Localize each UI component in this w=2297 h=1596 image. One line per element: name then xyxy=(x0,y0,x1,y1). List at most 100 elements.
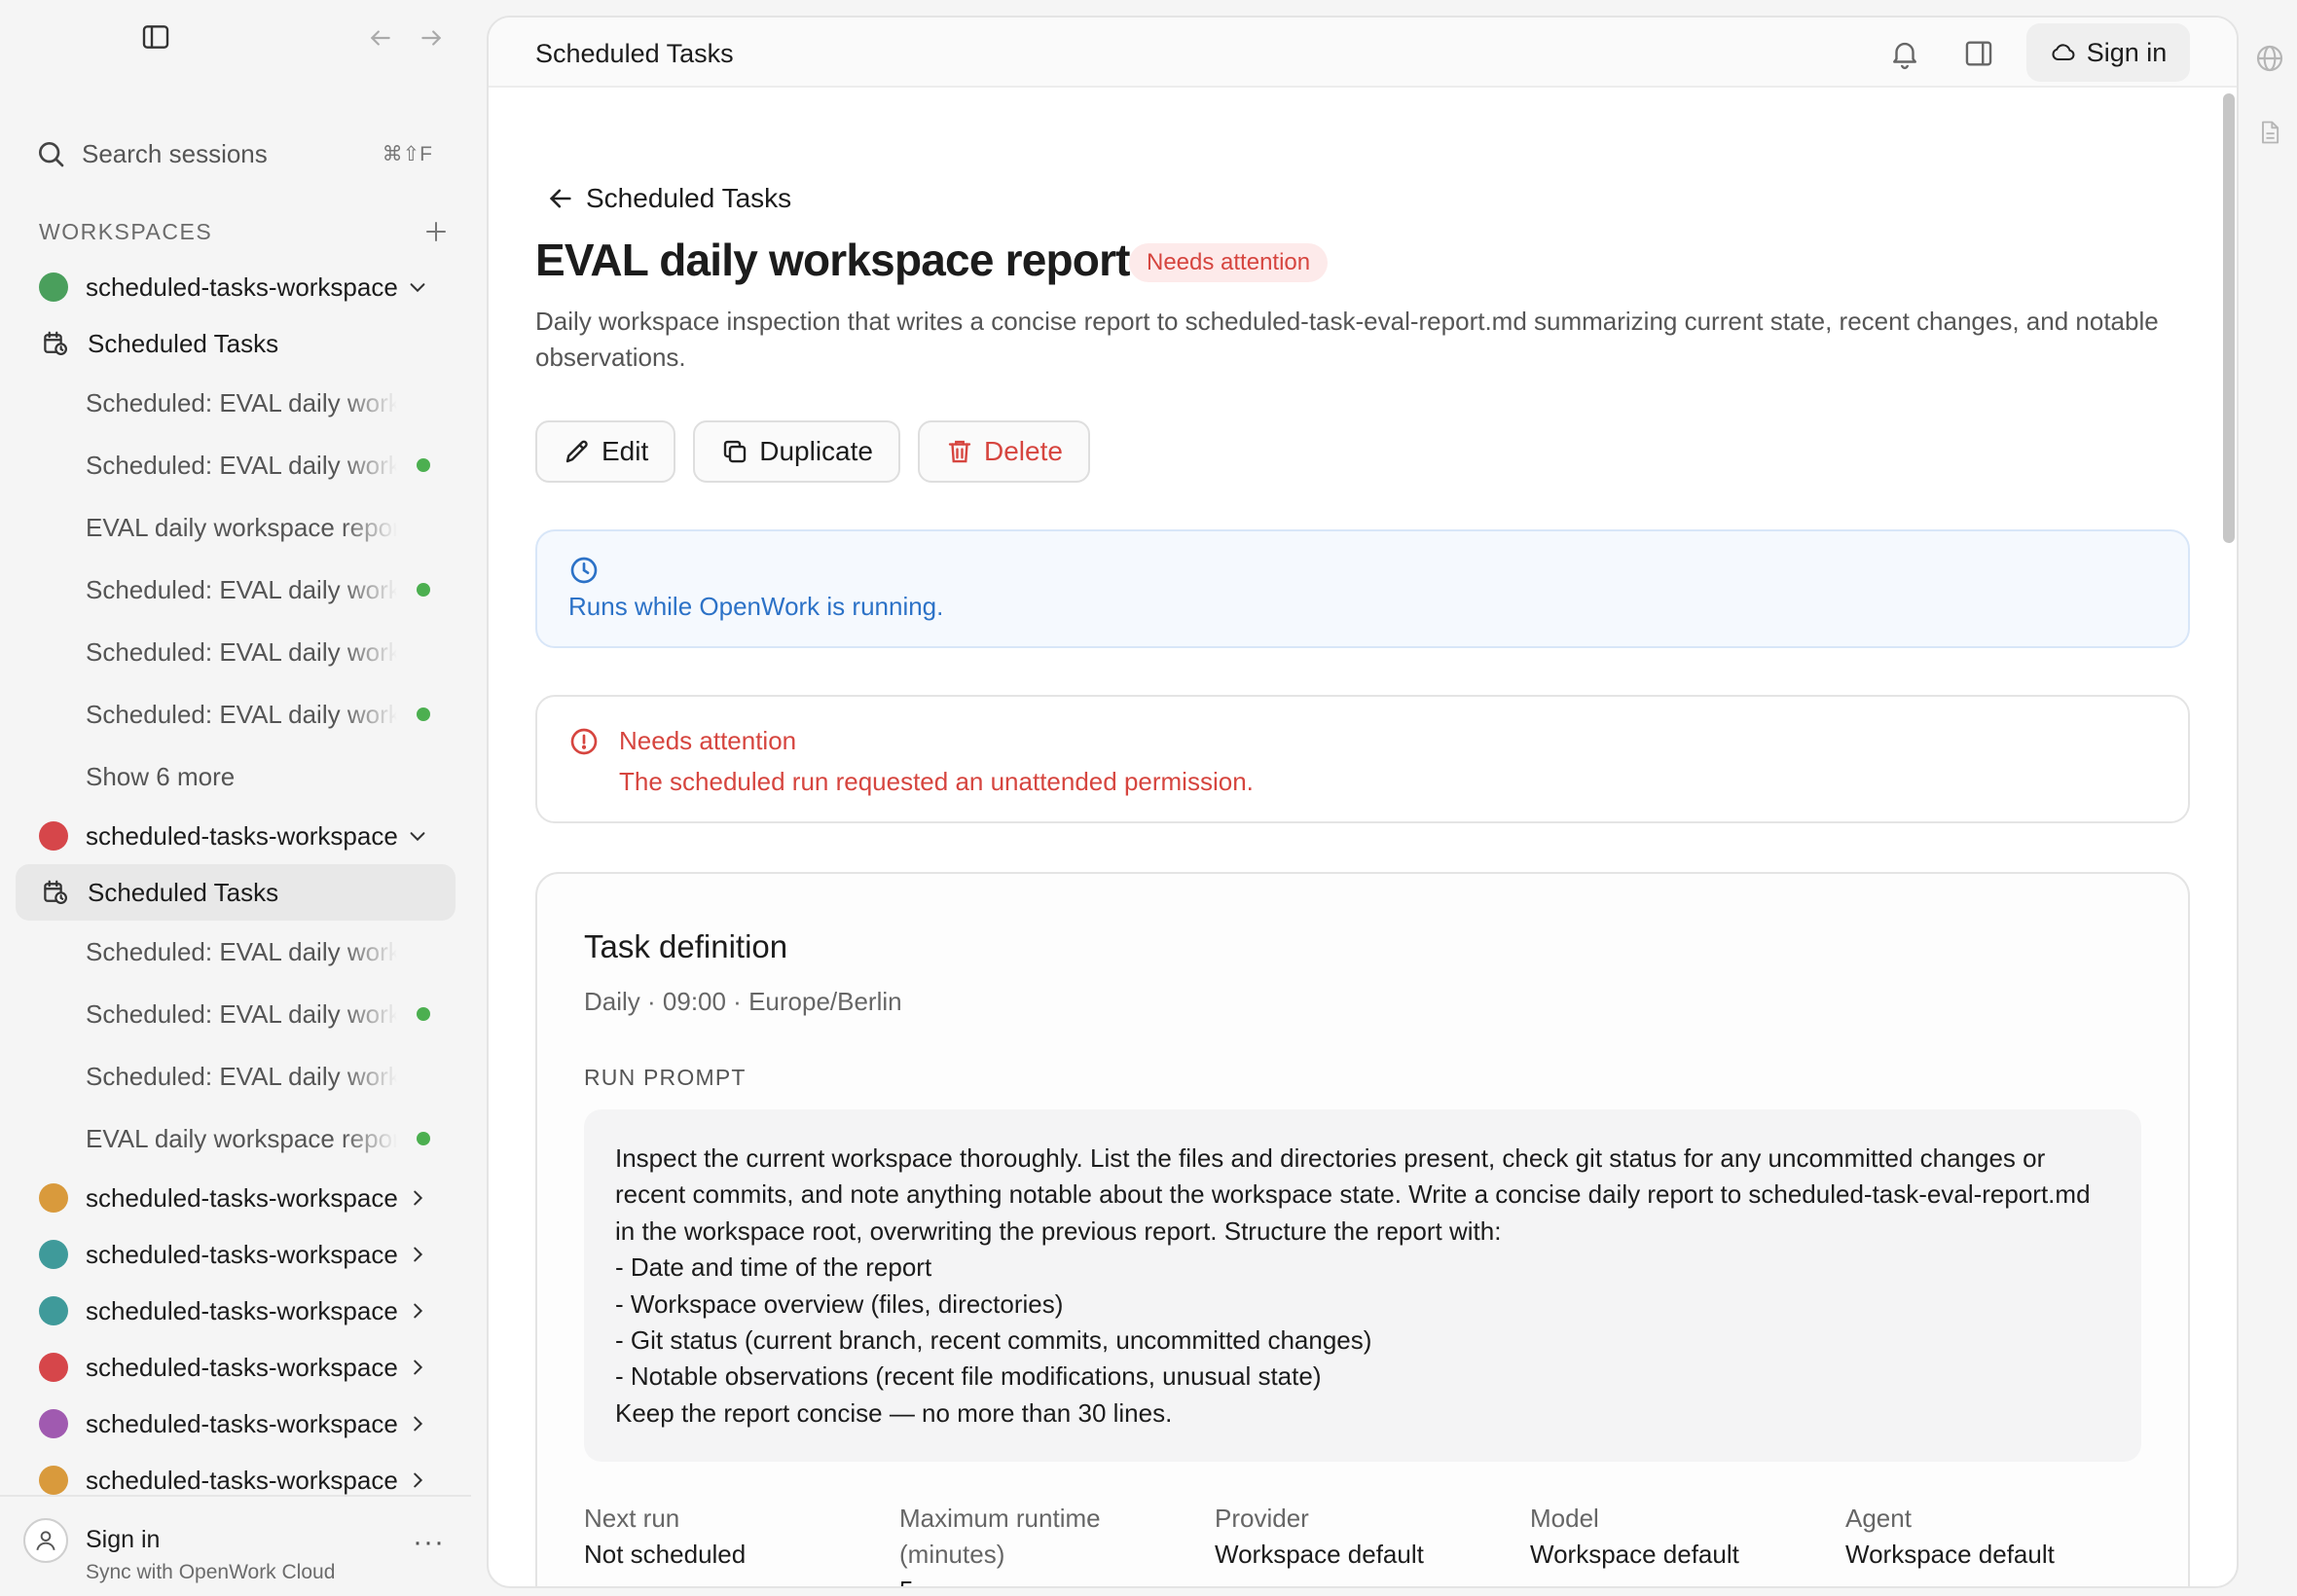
session-item[interactable]: EVAL daily workspace report xyxy=(16,496,456,559)
delete-label: Delete xyxy=(983,436,1063,466)
workspaces-label: WORKSPACES xyxy=(39,218,213,244)
workspace-name: scheduled-tasks-workspace xyxy=(86,1352,398,1382)
sidebar-item-scheduled-tasks[interactable]: Scheduled Tasks xyxy=(16,864,456,921)
back-to-scheduled-tasks[interactable]: Scheduled Tasks xyxy=(547,183,791,214)
more-options-icon[interactable]: ··· xyxy=(413,1528,445,1557)
search-input[interactable]: Search sessions xyxy=(82,139,268,169)
meta-label: Provider xyxy=(1215,1504,1309,1533)
toggle-right-panel-icon[interactable] xyxy=(1962,37,1995,70)
chevron-right-icon[interactable] xyxy=(407,1413,428,1434)
session-item[interactable]: Scheduled: EVAL daily workspace report xyxy=(16,683,456,745)
session-item[interactable]: EVAL daily workspace report xyxy=(16,1107,456,1170)
session-title: Scheduled: EVAL daily workspace report xyxy=(86,699,397,729)
duplicate-label: Duplicate xyxy=(759,436,873,466)
sidebar-toggle-icon[interactable] xyxy=(140,21,171,53)
attention-title: Needs attention xyxy=(619,726,797,755)
schedule-summary: Daily · 09:00 · Europe/Berlin xyxy=(584,987,902,1016)
session-title: Scheduled: EVAL daily workspace report xyxy=(86,450,397,480)
attention-alert: Needs attention The scheduled run reques… xyxy=(535,695,2190,823)
session-item[interactable]: Scheduled: EVAL daily workspace report xyxy=(16,921,456,983)
session-item[interactable]: Scheduled: EVAL daily workspace report xyxy=(16,1045,456,1107)
copy-icon xyxy=(720,437,749,466)
chevron-down-icon[interactable] xyxy=(407,276,428,298)
chevron-right-icon[interactable] xyxy=(407,1357,428,1378)
chevron-down-icon[interactable] xyxy=(407,825,428,847)
chevron-right-icon[interactable] xyxy=(407,1300,428,1322)
sidebar-workspace[interactable]: scheduled-tasks-workspace xyxy=(16,1170,456,1226)
meta-label: Next run xyxy=(584,1504,680,1533)
top-bar: Scheduled Tasks Sign in xyxy=(489,18,2237,88)
sidebar-footer[interactable]: Sign in Sync with OpenWork Cloud ··· xyxy=(0,1495,471,1596)
search-icon xyxy=(35,138,66,169)
sidebar-workspace[interactable]: scheduled-tasks-workspace xyxy=(16,1226,456,1283)
nav-forward-icon[interactable] xyxy=(419,25,444,51)
meta-label: Model xyxy=(1530,1504,1599,1533)
task-description: Daily workspace inspection that writes a… xyxy=(535,307,2159,372)
meta-field: Maximum runtime (minutes) 5 xyxy=(899,1501,1215,1586)
calendar-clock-icon xyxy=(41,329,70,358)
meta-field: Provider Workspace default xyxy=(1215,1501,1530,1586)
task-meta: Next run Not scheduled Maximum runtime (mi… xyxy=(584,1501,2161,1586)
chevron-right-icon[interactable] xyxy=(407,1244,428,1265)
topbar-title: Scheduled Tasks xyxy=(535,39,734,68)
workspace-color-dot xyxy=(39,1296,68,1325)
workspaces-header: WORKSPACES xyxy=(39,216,448,247)
session-item[interactable]: Scheduled: EVAL daily workspace report xyxy=(16,434,456,496)
pencil-icon xyxy=(563,437,592,466)
arrow-left-icon xyxy=(547,185,574,212)
session-item[interactable]: Scheduled: EVAL daily workspace report xyxy=(16,372,456,434)
session-item[interactable]: Scheduled: EVAL daily workspace report xyxy=(16,983,456,1045)
scrollbar-thumb[interactable] xyxy=(2223,93,2235,543)
session-title: Scheduled: EVAL daily workspace report xyxy=(86,574,397,604)
sidebar-workspace[interactable]: scheduled-tasks-workspace xyxy=(16,1283,456,1339)
workspace-tree: scheduled-tasks-workspace Scheduled Tasks… xyxy=(16,259,456,1508)
session-item[interactable]: Scheduled: EVAL daily workspace report xyxy=(16,559,456,621)
notifications-bell-icon[interactable] xyxy=(1888,37,1921,70)
workspace-name: scheduled-tasks-workspace xyxy=(86,1239,398,1269)
duplicate-button[interactable]: Duplicate xyxy=(693,420,900,483)
session-status-dot xyxy=(417,707,430,721)
sign-in-button[interactable]: Sign in xyxy=(2026,23,2190,82)
trash-icon xyxy=(945,437,974,466)
main-panel: Scheduled Tasks Sign in Scheduled Tasks … xyxy=(487,16,2239,1588)
sidebar-workspace[interactable]: scheduled-tasks-workspace xyxy=(16,808,456,864)
add-workspace-icon[interactable] xyxy=(424,220,448,243)
document-icon[interactable] xyxy=(2256,117,2283,148)
session-title: EVAL daily workspace report xyxy=(86,512,397,542)
edit-button[interactable]: Edit xyxy=(535,420,676,483)
cloud-icon xyxy=(2050,39,2077,66)
chevron-right-icon[interactable] xyxy=(407,1187,428,1209)
session-title: EVAL daily workspace report xyxy=(86,1123,397,1153)
workspace-name: scheduled-tasks-workspace xyxy=(86,1408,398,1438)
meta-value: Not scheduled xyxy=(584,1540,747,1569)
sidebar-item-scheduled-tasks[interactable]: Scheduled Tasks xyxy=(16,315,456,372)
footer-signin-label[interactable]: Sign in xyxy=(86,1526,160,1554)
meta-field: Model Workspace default xyxy=(1530,1501,1845,1586)
meta-value: Workspace default xyxy=(1845,1540,2055,1569)
delete-button[interactable]: Delete xyxy=(917,420,1090,483)
meta-field: Next run Not scheduled xyxy=(584,1501,899,1586)
show-more-label: Show 6 more xyxy=(86,761,236,791)
show-more-button[interactable]: Show 6 more xyxy=(16,745,456,808)
nav-back-icon[interactable] xyxy=(368,25,393,51)
sidebar-workspace[interactable]: scheduled-tasks-workspace xyxy=(16,1339,456,1396)
sidebar-workspace[interactable]: scheduled-tasks-workspace xyxy=(16,1396,456,1452)
task-actions: Edit Duplicate Delete xyxy=(535,420,1090,483)
page-title: EVAL daily workspace report xyxy=(535,235,1131,285)
alert-circle-icon xyxy=(568,726,600,757)
workspace-color-dot xyxy=(39,1240,68,1269)
run-prompt-text: Inspect the current workspace thoroughly… xyxy=(615,1143,2091,1428)
session-item[interactable]: Scheduled: EVAL daily workspace report xyxy=(16,621,456,683)
meta-value: Workspace default xyxy=(1530,1540,1739,1569)
task-definition-card: Task definition Daily · 09:00 · Europe/B… xyxy=(535,872,2190,1586)
search-shortcut: ⌘⇧F xyxy=(382,142,432,165)
edit-label: Edit xyxy=(602,436,649,466)
globe-icon[interactable] xyxy=(2254,43,2285,74)
run-prompt-box: Inspect the current workspace thoroughly… xyxy=(584,1109,2141,1462)
session-status-dot xyxy=(417,458,430,472)
sidebar-workspace[interactable]: scheduled-tasks-workspace xyxy=(16,259,456,315)
sidebar: Search sessions ⌘⇧F WORKSPACES scheduled… xyxy=(0,0,471,1596)
chevron-right-icon[interactable] xyxy=(407,1469,428,1491)
session-status-dot xyxy=(417,1132,430,1145)
search-sessions[interactable]: Search sessions ⌘⇧F xyxy=(35,132,444,175)
